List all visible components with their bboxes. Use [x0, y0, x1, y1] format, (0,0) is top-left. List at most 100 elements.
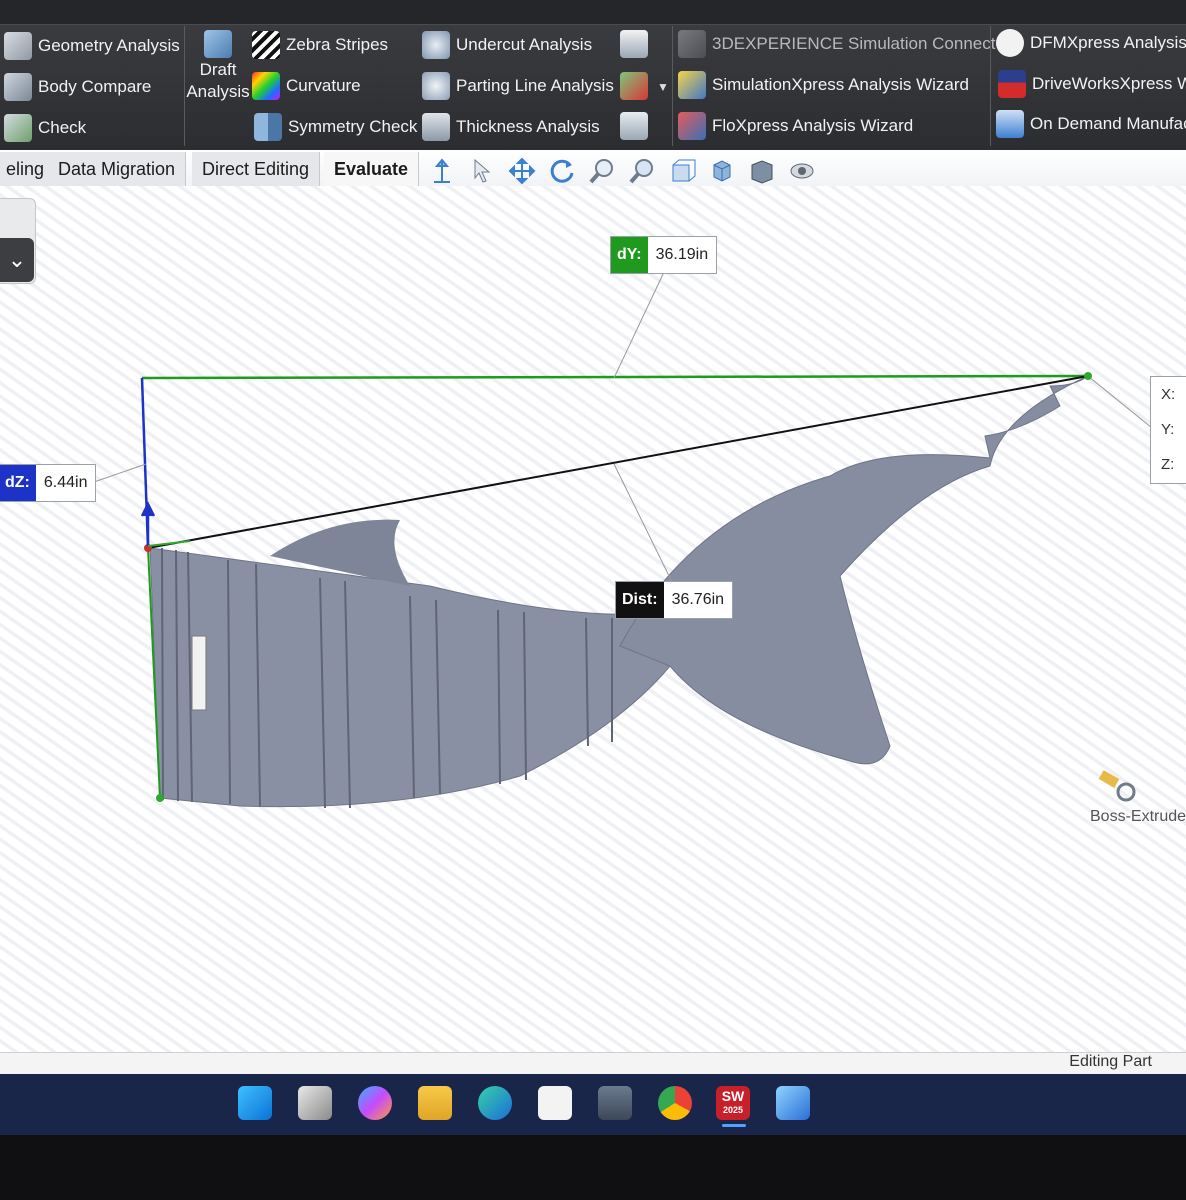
xyz-callout: X: Y: Z:: [1150, 376, 1186, 484]
geometry-analysis-button[interactable]: Geometry Analysis: [4, 32, 180, 60]
dy-value: 36.19in: [655, 246, 709, 263]
copilot-icon[interactable]: [358, 1086, 392, 1120]
on-demand-manufacturing-label: On Demand Manufac: [1030, 114, 1186, 133]
task-view-icon[interactable]: [298, 1086, 332, 1120]
curvature-icon: [252, 72, 280, 100]
xyz-leader: [1087, 375, 1153, 429]
measure-point-end: [1084, 372, 1092, 380]
tab-evaluate[interactable]: Evaluate: [324, 152, 420, 186]
store-icon[interactable]: [538, 1086, 572, 1120]
z-label: Z:: [1161, 456, 1175, 473]
tab-label: Evaluate: [334, 158, 409, 179]
chevron-down-icon[interactable]: ⌄: [0, 238, 34, 282]
thickness-analysis-button[interactable]: Thickness Analysis: [422, 113, 600, 141]
compare-tool-icon[interactable]: [620, 112, 648, 140]
driveworks-button[interactable]: DriveWorksXpress Wi: [998, 70, 1186, 98]
body-compare-button[interactable]: Body Compare: [4, 73, 151, 101]
simulation-connector-button[interactable]: 3DEXPERIENCE Simulation Connector: [678, 30, 1011, 58]
parting-line-analysis-icon: [422, 72, 450, 100]
dz-callout: dZ: 6.44in: [0, 464, 97, 502]
chrome-icon[interactable]: [658, 1086, 692, 1120]
hide-show-items-icon[interactable]: [788, 157, 816, 185]
ribbon-separator: [990, 26, 991, 146]
zoom-to-area-icon[interactable]: [628, 157, 656, 185]
dist-callout: Dist: 36.76in: [615, 581, 734, 619]
pan-icon[interactable]: [508, 157, 536, 185]
on-demand-manufacturing-icon: [996, 110, 1024, 138]
tab-data-migration[interactable]: Data Migration: [48, 152, 187, 186]
zebra-stripes-icon: [252, 31, 280, 59]
simulationxpress-button[interactable]: SimulationXpress Analysis Wizard: [678, 71, 969, 99]
graphics-area[interactable]: [0, 186, 1186, 1052]
dfmxpress-button[interactable]: DFMXpress Analysis W: [996, 29, 1186, 57]
start-icon[interactable]: [238, 1086, 272, 1120]
display-style-icon[interactable]: [748, 157, 776, 185]
select-pointer-icon[interactable]: [468, 157, 496, 185]
zoom-to-fit-icon[interactable]: [588, 157, 616, 185]
check-icon: [4, 114, 32, 142]
simulation-connector-label: 3DEXPERIENCE Simulation Connector: [712, 34, 1011, 53]
parting-line-analysis-label: Parting Line Analysis: [456, 76, 614, 95]
rotate-view-icon[interactable]: [548, 157, 576, 185]
dfmxpress-icon: [996, 29, 1024, 57]
tab-modeling[interactable]: eling: [0, 152, 56, 186]
parting-line-analysis-button[interactable]: Parting Line Analysis: [422, 72, 614, 100]
floxpress-button[interactable]: FloXpress Analysis Wizard: [678, 112, 913, 140]
floxpress-label: FloXpress Analysis Wizard: [712, 116, 914, 135]
dy-callout: dY: 36.19in: [610, 236, 718, 274]
status-text: Editing Part: [1069, 1053, 1152, 1070]
triad-y-arrow: [147, 540, 191, 547]
zebra-stripes-button[interactable]: Zebra Stripes: [252, 31, 388, 59]
tab-direct-editing[interactable]: Direct Editing: [192, 152, 321, 186]
draft-analysis-label-1: Draft: [199, 60, 237, 79]
driveworks-label: DriveWorksXpress Wi: [1032, 74, 1186, 93]
dfmxpress-label: DFMXpress Analysis W: [1030, 33, 1186, 52]
monitor-bezel: [0, 1135, 1186, 1200]
title-strip: [0, 0, 1186, 25]
body-compare-icon: [4, 73, 32, 101]
curvature-button[interactable]: Curvature: [252, 72, 361, 100]
dz-value: 6.44in: [43, 474, 88, 491]
check-label: Check: [38, 118, 87, 137]
feature-tooltip: Boss-Extrude: [1090, 808, 1186, 825]
help-tool-icon[interactable]: [620, 30, 648, 58]
floxpress-icon: [678, 112, 706, 140]
check-button[interactable]: Check: [4, 114, 86, 142]
x-label: X:: [1161, 386, 1176, 403]
solidworks-icon[interactable]: SW 2025: [716, 1086, 750, 1120]
undercut-analysis-button[interactable]: Undercut Analysis: [422, 31, 592, 59]
dropdown-arrow-icon[interactable]: ▼: [657, 80, 669, 94]
solidworks-badge: SW: [721, 1088, 745, 1104]
symmetry-check-icon: [254, 113, 282, 141]
photos-icon[interactable]: [776, 1086, 810, 1120]
file-explorer-icon[interactable]: [418, 1086, 452, 1120]
geometry-analysis-label: Geometry Analysis: [38, 36, 180, 55]
tab-label: Data Migration: [58, 158, 176, 179]
symmetry-check-label: Symmetry Check: [288, 117, 418, 136]
thickness-analysis-label: Thickness Analysis: [456, 117, 600, 136]
measure-tag-icon: [1098, 770, 1136, 802]
normal-to-icon[interactable]: [428, 157, 456, 185]
solidworks-year: 2025: [722, 1105, 744, 1115]
vertex-point: [156, 794, 164, 802]
on-demand-manufacturing-button[interactable]: On Demand Manufac: [996, 110, 1186, 138]
draft-analysis-button[interactable]: Draft Analysis: [186, 30, 250, 102]
edge-icon[interactable]: [478, 1086, 512, 1120]
dz-leader: [93, 463, 147, 483]
zebra-stripes-label: Zebra Stripes: [286, 35, 389, 54]
undercut-analysis-icon: [422, 31, 450, 59]
model-canvas: [93, 271, 1153, 809]
section-view-icon[interactable]: [668, 157, 696, 185]
curvature-label: Curvature: [286, 76, 361, 95]
check-error-icon[interactable]: [620, 72, 648, 100]
view-orientation-icon[interactable]: [708, 157, 736, 185]
ribbon-separator: [184, 26, 185, 146]
body-slot: [191, 635, 207, 711]
triad-z-arrow: [140, 501, 156, 546]
windows-taskbar: [0, 1074, 1186, 1135]
calculator-icon[interactable]: [598, 1086, 632, 1120]
simulationxpress-icon: [678, 71, 706, 99]
symmetry-check-button[interactable]: Symmetry Check: [254, 113, 417, 141]
heads-up-view-toolbar: [428, 154, 816, 188]
ribbon-separator: [672, 26, 673, 146]
